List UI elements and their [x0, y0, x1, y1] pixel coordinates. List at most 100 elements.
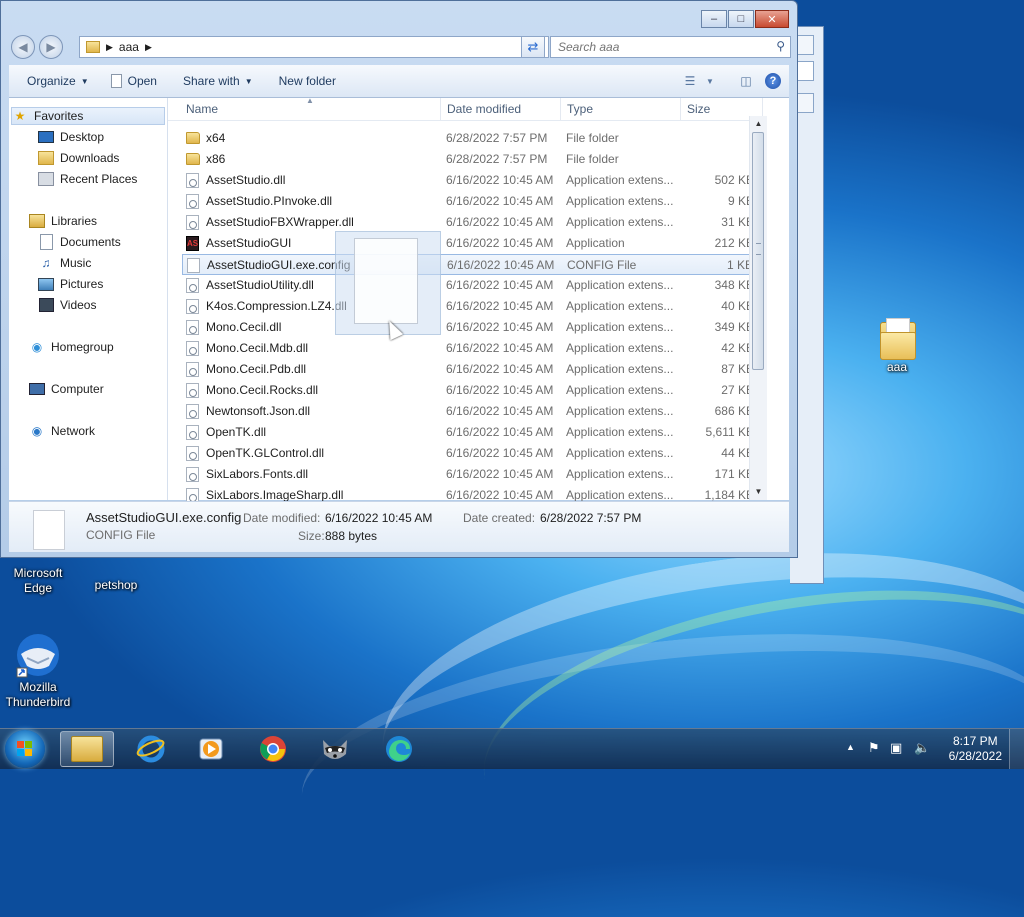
- file-row[interactable]: OpenTK.GLControl.dll 6/16/2022 10:45 AM Ap…: [182, 443, 754, 464]
- breadcrumb-chevron-icon[interactable]: ▶: [106, 42, 113, 53]
- vertical-scrollbar[interactable]: ▲ ▼: [749, 116, 767, 500]
- nav-downloads[interactable]: Downloads: [38, 149, 119, 167]
- file-type: Application extens...: [566, 173, 674, 187]
- nav-desktop[interactable]: Desktop: [38, 128, 104, 146]
- maximize-button[interactable]: □: [728, 10, 754, 28]
- file-row[interactable]: SixLabors.Fonts.dll 6/16/2022 10:45 AM App…: [182, 464, 754, 485]
- organize-button[interactable]: Organize ▼: [18, 69, 98, 93]
- column-size[interactable]: Size: [687, 102, 710, 116]
- scrollbar-thumb[interactable]: [752, 132, 764, 370]
- file-row[interactable]: AssetStudio.PInvoke.dll 6/16/2022 10:45 A…: [182, 191, 754, 212]
- nav-network[interactable]: ◉ Network: [29, 422, 95, 440]
- taskbar-chrome-button[interactable]: [246, 731, 300, 767]
- address-bar[interactable]: ▶ aaa ▶ ▼: [79, 36, 549, 58]
- nav-pictures[interactable]: Pictures: [38, 275, 103, 293]
- nav-label: Pictures: [60, 277, 104, 291]
- nav-label: Homegroup: [51, 340, 114, 354]
- open-button[interactable]: Open: [102, 69, 166, 93]
- close-button[interactable]: ✕: [755, 10, 789, 28]
- column-date-modified[interactable]: Date modified: [447, 102, 521, 116]
- desktop-icon-aaa[interactable]: aaa: [859, 318, 935, 374]
- thunderbird-icon: [15, 632, 61, 678]
- taskbar-raccoon-button[interactable]: [308, 731, 362, 767]
- file-row[interactable]: Mono.Cecil.Pdb.dll 6/16/2022 10:45 AM Appl…: [182, 359, 754, 380]
- column-type[interactable]: Type: [567, 102, 593, 116]
- show-desktop-button[interactable]: [1009, 729, 1024, 769]
- file-row[interactable]: OpenTK.dll 6/16/2022 10:45 AM Application …: [182, 422, 754, 443]
- column-name[interactable]: Name: [186, 102, 218, 116]
- nav-music[interactable]: ♫ Music: [38, 254, 92, 272]
- start-button[interactable]: [5, 730, 45, 768]
- breadcrumb-aaa[interactable]: aaa: [119, 40, 139, 54]
- nav-label: Favorites: [34, 109, 84, 123]
- taskbar-explorer-button[interactable]: [60, 731, 114, 767]
- taskbar-ie-button[interactable]: [124, 731, 178, 767]
- nav-videos[interactable]: Videos: [38, 296, 96, 314]
- file-name: K4os.Compression.LZ4.dll: [206, 299, 347, 313]
- network-status-icon[interactable]: ▣: [890, 740, 902, 756]
- dll-file-icon: [186, 446, 199, 461]
- scroll-down-icon[interactable]: ▼: [750, 484, 767, 500]
- column-divider[interactable]: [560, 98, 561, 120]
- file-row[interactable]: K4os.Compression.LZ4.dll 6/16/2022 10:45 …: [182, 296, 754, 317]
- file-type: Application: [566, 236, 625, 250]
- file-row[interactable]: AssetStudioFBXWrapper.dll 6/16/2022 10:45…: [182, 212, 754, 233]
- file-row[interactable]: Mono.Cecil.dll 6/16/2022 10:45 AM Applicat…: [182, 317, 754, 338]
- file-row[interactable]: AssetStudioUtility.dll 6/16/2022 10:45 AM…: [182, 275, 754, 296]
- view-dropdown-icon[interactable]: ▼: [703, 69, 717, 93]
- action-center-flag-icon[interactable]: ⚑: [868, 740, 880, 756]
- file-row[interactable]: Mono.Cecil.Rocks.dll 6/16/2022 10:45 AM Ap…: [182, 380, 754, 401]
- file-icon: [33, 510, 65, 550]
- column-divider[interactable]: [680, 98, 681, 120]
- show-hidden-icons-icon[interactable]: ▲: [846, 742, 855, 752]
- dll-file-icon: [186, 341, 199, 356]
- file-type: Application extens...: [566, 488, 674, 502]
- desktop-icon-petshop[interactable]: petshop: [78, 578, 154, 592]
- view-options-icon[interactable]: ☰: [677, 69, 703, 93]
- chevron-down-icon: ▼: [80, 76, 89, 86]
- file-date-modified: 6/16/2022 10:45 AM: [446, 467, 554, 481]
- clock-date: 6/28/2022: [948, 749, 1002, 763]
- search-icon[interactable]: ⚲: [776, 39, 785, 53]
- desktop-icon-thunderbird[interactable]: Mozilla Thunderbird: [0, 632, 76, 710]
- taskbar: ▲ ⚑ ▣ 🔈 8:17 PM 6/28/2022: [0, 728, 1024, 769]
- column-divider[interactable]: [440, 98, 441, 120]
- nav-homegroup[interactable]: ◉ Homegroup: [29, 338, 114, 356]
- share-with-button[interactable]: Share with ▼: [174, 69, 262, 93]
- help-icon[interactable]: ?: [765, 73, 781, 89]
- clock[interactable]: 8:17 PM 6/28/2022: [949, 734, 1002, 764]
- breadcrumb-chevron-icon[interactable]: ▶: [145, 42, 152, 53]
- taskbar-edge-button[interactable]: [372, 731, 426, 767]
- nav-recent-places[interactable]: Recent Places: [38, 170, 137, 188]
- nav-favorites[interactable]: ★ Favorites: [11, 107, 165, 125]
- volume-muted-icon[interactable]: 🔈: [914, 740, 930, 756]
- file-row[interactable]: AS AssetStudioGUI 6/16/2022 10:45 AM Applic…: [182, 233, 754, 254]
- taskbar-media-player-button[interactable]: [184, 731, 238, 767]
- refresh-button[interactable]: ⇄: [521, 36, 545, 58]
- search-box[interactable]: ⚲: [550, 36, 791, 58]
- details-date-created-label: Date created:: [463, 511, 536, 525]
- file-row[interactable]: AssetStudioGUI.exe.config 6/16/2022 10:45…: [182, 254, 754, 275]
- file-type: CONFIG File: [567, 258, 637, 272]
- minimize-button[interactable]: –: [701, 10, 727, 28]
- file-row[interactable]: Newtonsoft.Json.dll 6/16/2022 10:45 AM App…: [182, 401, 754, 422]
- search-input[interactable]: [556, 37, 760, 57]
- file-size: 9 KB: [727, 194, 754, 208]
- dll-file-icon: [186, 320, 199, 335]
- file-row[interactable]: Mono.Cecil.Mdb.dll 6/16/2022 10:45 AM Appl…: [182, 338, 754, 359]
- nav-documents[interactable]: Documents: [38, 233, 121, 251]
- nav-computer[interactable]: Computer: [29, 380, 104, 398]
- forward-button[interactable]: ▶: [39, 35, 63, 59]
- desktop-icon-edge[interactable]: Microsoft Edge: [0, 566, 76, 596]
- scroll-up-icon[interactable]: ▲: [750, 116, 767, 132]
- nav-libraries[interactable]: Libraries: [29, 212, 97, 230]
- new-folder-button[interactable]: New folder: [270, 69, 345, 93]
- clock-time: 8:17 PM: [952, 734, 998, 748]
- file-row[interactable]: x64 6/28/2022 7:57 PM File folder: [182, 128, 754, 149]
- back-button[interactable]: ◀: [11, 35, 35, 59]
- music-icon: ♫: [41, 256, 51, 270]
- file-type: Application extens...: [566, 425, 674, 439]
- preview-pane-icon[interactable]: ◫: [733, 69, 759, 93]
- file-row[interactable]: AssetStudio.dll 6/16/2022 10:45 AM Applica…: [182, 170, 754, 191]
- file-row[interactable]: x86 6/28/2022 7:57 PM File folder: [182, 149, 754, 170]
